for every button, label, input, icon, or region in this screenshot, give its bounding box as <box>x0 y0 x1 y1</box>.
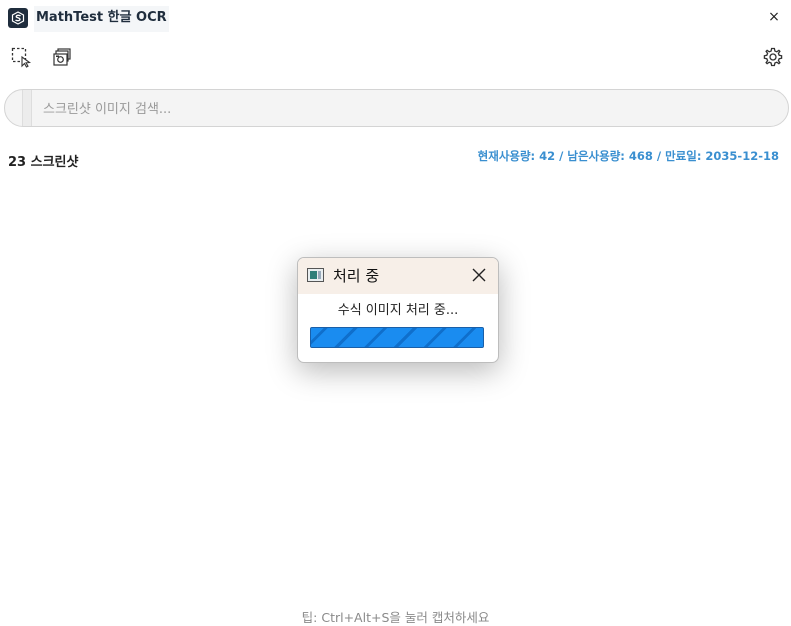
close-icon <box>472 268 486 282</box>
footer-tip: 팁: Ctrl+Alt+S을 눌러 캡처하세요 <box>301 610 490 625</box>
dialog-message: 수식 이미지 처리 중... <box>337 303 459 318</box>
image-batch-icon <box>53 48 71 66</box>
dialog-title-bar: 처리 중 <box>298 258 498 294</box>
progress-bar <box>310 327 484 348</box>
window-title: MathTest 한글 OCR <box>34 6 169 32</box>
close-button[interactable]: × <box>765 8 783 26</box>
window-app-icon <box>307 268 324 282</box>
title-bar: MathTest 한글 OCR × <box>0 0 791 36</box>
settings-button[interactable] <box>762 46 784 68</box>
screenshot-count: 23 스크린샷 <box>8 155 79 170</box>
progress-fill <box>311 328 483 347</box>
dialog-title: 처리 중 <box>333 267 380 285</box>
image-batch-button[interactable] <box>51 46 73 68</box>
screen-capture-icon <box>11 47 32 68</box>
screen-capture-button[interactable] <box>10 46 32 68</box>
app-logo-icon <box>8 8 28 28</box>
search-input[interactable] <box>41 97 765 121</box>
dialog-close-button[interactable] <box>470 266 488 284</box>
gear-icon <box>763 47 783 67</box>
search-handle <box>22 90 32 126</box>
processing-dialog: 처리 중 수식 이미지 처리 중... <box>297 257 499 363</box>
usage-status: 현재사용량: 42 / 남은사용량: 468 / 만료일: 2035-12-18 <box>477 149 779 163</box>
search-box <box>4 89 789 127</box>
